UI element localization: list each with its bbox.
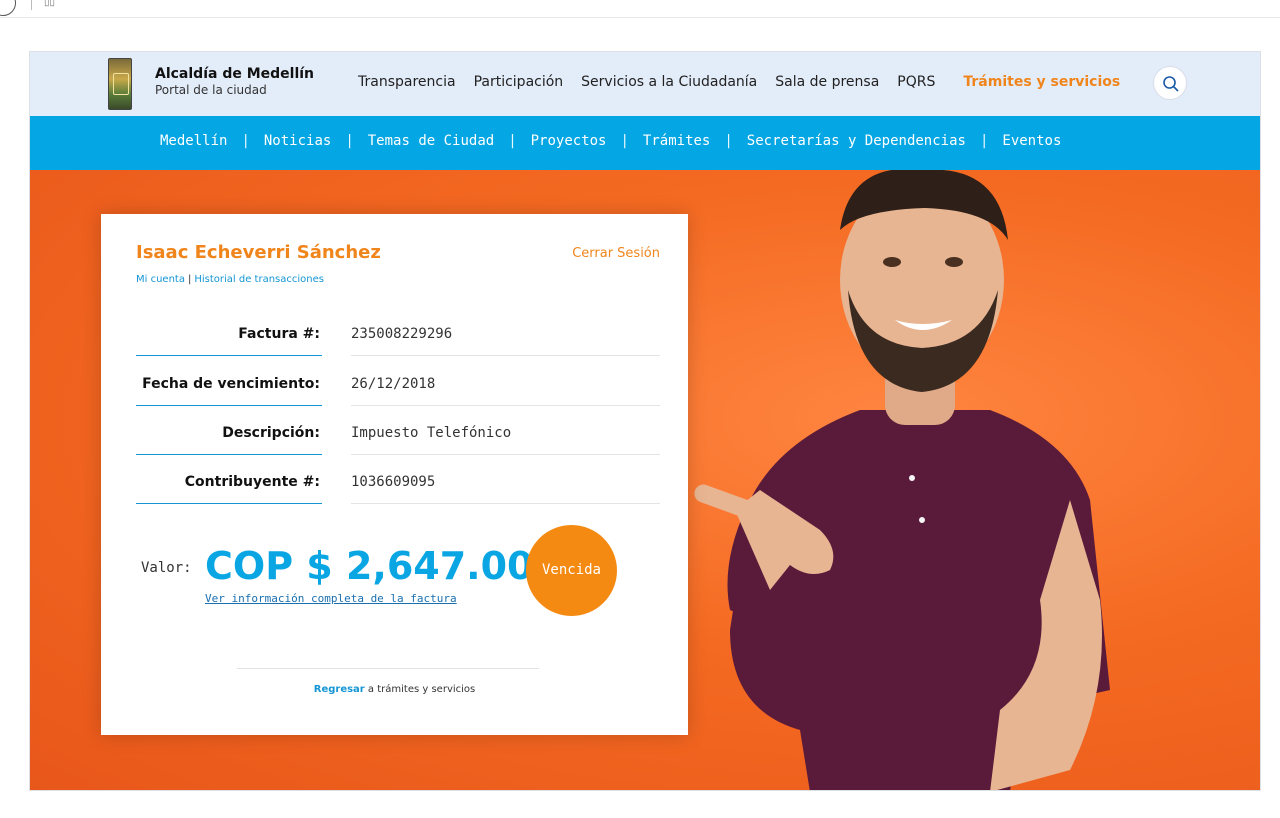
nav-transparencia[interactable]: Transparencia [358,74,456,90]
browser-glyph: ▯▯ [44,0,56,8]
brand[interactable]: Alcaldía de Medellín Portal de la ciudad [155,66,314,97]
search-icon [1163,76,1179,92]
invoice-number-label: Factura #: [136,314,322,356]
brand-name: Alcaldía de Medellín [155,66,315,82]
amount-label: Valor: [141,560,192,576]
invoice-number-row: Factura #: 235008229296 [136,314,660,356]
transaction-history-link[interactable]: Historial de transacciones [194,274,324,285]
page-frame: Alcaldía de Medellín Portal de la ciudad… [29,51,1261,791]
browser-strip: ▯▯ [0,0,1280,18]
invoice-card: Isaac Echeverri Sánchez Cerrar Sesión Mi… [101,214,688,735]
amount-value: COP $ 2,647.00 [205,544,534,588]
browser-divider [31,0,32,10]
top-header: Alcaldía de Medellín Portal de la ciudad… [30,52,1260,116]
search-button[interactable] [1153,66,1187,100]
browser-circle-icon[interactable] [0,0,16,16]
description-row: Descripción: Impuesto Telefónico [136,413,660,455]
subnav-medellin[interactable]: Medellín [160,133,227,149]
status-badge: Vencida [526,525,617,616]
subnav-temas-ciudad[interactable]: Temas de Ciudad [368,133,494,149]
card-divider [237,668,539,669]
brand-subtitle: Portal de la ciudad [155,83,267,97]
subnav-eventos[interactable]: Eventos [1002,133,1061,149]
hero-banner: Isaac Echeverri Sánchez Cerrar Sesión Mi… [30,170,1260,790]
invoice-number-value: 235008229296 [351,314,660,356]
nav-pqrs[interactable]: PQRS [897,74,935,90]
due-date-label: Fecha de vencimiento: [136,364,322,406]
back-link[interactable]: Regresar [314,684,365,695]
top-nav: Transparencia Participación Servicios a … [358,74,1138,90]
nav-sala-de-prensa[interactable]: Sala de prensa [775,74,879,90]
account-links: Mi cuenta | Historial de transacciones [136,274,324,285]
description-label: Descripción: [136,413,322,455]
user-name: Isaac Echeverri Sánchez [136,242,381,263]
subnav-proyectos[interactable]: Proyectos [531,133,607,149]
back-to-services: Regresar a trámites y servicios [101,684,688,695]
nav-participacion[interactable]: Participación [474,74,564,90]
back-text: a trámites y servicios [364,684,476,695]
secondary-nav: Medellín | Noticias | Temas de Ciudad | Pro… [160,133,1062,149]
subnav-noticias[interactable]: Noticias [264,133,331,149]
account-links-separator: | [187,274,192,285]
city-coat-of-arms-logo[interactable] [108,58,132,110]
nav-servicios-ciudadania[interactable]: Servicios a la Ciudadanía [581,74,757,90]
due-date-row: Fecha de vencimiento: 26/12/2018 [136,364,660,406]
nav-tramites-servicios[interactable]: Trámites y servicios [963,74,1120,90]
taxpayer-row: Contribuyente #: 1036609095 [136,462,660,504]
subnav-secretarias[interactable]: Secretarías y Dependencias [747,133,966,149]
logout-link[interactable]: Cerrar Sesión [572,246,660,261]
due-date-value: 26/12/2018 [351,364,660,406]
description-value: Impuesto Telefónico [351,413,660,455]
taxpayer-label: Contribuyente #: [136,462,322,504]
taxpayer-value: 1036609095 [351,462,660,504]
full-invoice-link[interactable]: Ver información completa de la factura [205,592,457,605]
my-account-link[interactable]: Mi cuenta [136,274,185,285]
secondary-nav-bar: Medellín | Noticias | Temas de Ciudad | Pro… [30,116,1260,170]
subnav-tramites[interactable]: Trámites [643,133,710,149]
hero-person-illustration [694,170,1110,790]
